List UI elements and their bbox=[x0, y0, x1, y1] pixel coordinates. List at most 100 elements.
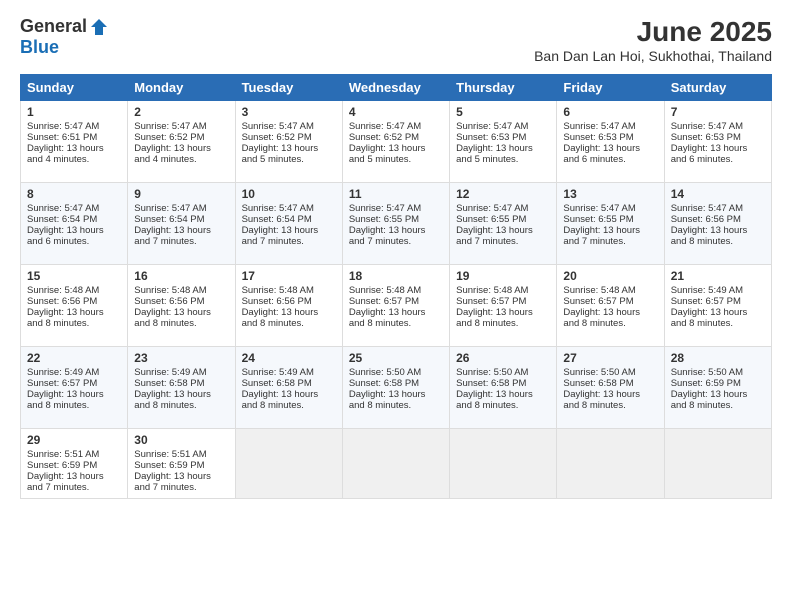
table-row: 25 Sunrise: 5:50 AM Sunset: 6:58 PM Dayl… bbox=[342, 347, 449, 429]
logo-blue: Blue bbox=[20, 37, 59, 58]
header-monday: Monday bbox=[128, 75, 235, 101]
day-number: 11 bbox=[349, 187, 443, 201]
sunrise-label: Sunrise: 5:48 AM bbox=[456, 285, 528, 296]
sunrise-label: Sunrise: 5:47 AM bbox=[563, 203, 635, 214]
table-row: 29 Sunrise: 5:51 AM Sunset: 6:59 PM Dayl… bbox=[21, 429, 128, 499]
sunrise-label: Sunrise: 5:48 AM bbox=[242, 285, 314, 296]
sunrise-label: Sunrise: 5:47 AM bbox=[242, 203, 314, 214]
table-row: 20 Sunrise: 5:48 AM Sunset: 6:57 PM Dayl… bbox=[557, 265, 664, 347]
daylight-label: Daylight: 13 hours and 8 minutes. bbox=[456, 389, 533, 411]
table-row bbox=[664, 429, 771, 499]
sunset-label: Sunset: 6:56 PM bbox=[242, 296, 312, 307]
sunrise-label: Sunrise: 5:47 AM bbox=[134, 121, 206, 132]
sunset-label: Sunset: 6:59 PM bbox=[27, 460, 97, 471]
sunrise-label: Sunrise: 5:47 AM bbox=[27, 203, 99, 214]
daylight-label: Daylight: 13 hours and 8 minutes. bbox=[563, 307, 640, 329]
sunset-label: Sunset: 6:52 PM bbox=[349, 132, 419, 143]
table-row: 27 Sunrise: 5:50 AM Sunset: 6:58 PM Dayl… bbox=[557, 347, 664, 429]
day-number: 15 bbox=[27, 269, 121, 283]
sunrise-label: Sunrise: 5:47 AM bbox=[349, 121, 421, 132]
sunrise-label: Sunrise: 5:48 AM bbox=[349, 285, 421, 296]
day-number: 7 bbox=[671, 105, 765, 119]
day-number: 17 bbox=[242, 269, 336, 283]
header-saturday: Saturday bbox=[664, 75, 771, 101]
daylight-label: Daylight: 13 hours and 8 minutes. bbox=[27, 307, 104, 329]
sunrise-label: Sunrise: 5:49 AM bbox=[27, 367, 99, 378]
sunrise-label: Sunrise: 5:48 AM bbox=[27, 285, 99, 296]
daylight-label: Daylight: 13 hours and 7 minutes. bbox=[27, 471, 104, 493]
table-row: 19 Sunrise: 5:48 AM Sunset: 6:57 PM Dayl… bbox=[450, 265, 557, 347]
sunset-label: Sunset: 6:57 PM bbox=[563, 296, 633, 307]
location-title: Ban Dan Lan Hoi, Sukhothai, Thailand bbox=[534, 48, 772, 64]
logo: General Blue bbox=[20, 16, 109, 58]
table-row: 13 Sunrise: 5:47 AM Sunset: 6:55 PM Dayl… bbox=[557, 183, 664, 265]
sunset-label: Sunset: 6:58 PM bbox=[134, 378, 204, 389]
sunset-label: Sunset: 6:58 PM bbox=[456, 378, 526, 389]
daylight-label: Daylight: 13 hours and 6 minutes. bbox=[671, 143, 748, 165]
sunset-label: Sunset: 6:59 PM bbox=[671, 378, 741, 389]
logo-icon bbox=[89, 17, 109, 37]
day-number: 8 bbox=[27, 187, 121, 201]
table-row: 23 Sunrise: 5:49 AM Sunset: 6:58 PM Dayl… bbox=[128, 347, 235, 429]
sunset-label: Sunset: 6:54 PM bbox=[242, 214, 312, 225]
sunrise-label: Sunrise: 5:47 AM bbox=[27, 121, 99, 132]
day-number: 10 bbox=[242, 187, 336, 201]
table-row: 5 Sunrise: 5:47 AM Sunset: 6:53 PM Dayli… bbox=[450, 101, 557, 183]
sunset-label: Sunset: 6:56 PM bbox=[27, 296, 97, 307]
day-number: 14 bbox=[671, 187, 765, 201]
daylight-label: Daylight: 13 hours and 8 minutes. bbox=[671, 225, 748, 247]
table-row: 10 Sunrise: 5:47 AM Sunset: 6:54 PM Dayl… bbox=[235, 183, 342, 265]
sunset-label: Sunset: 6:56 PM bbox=[671, 214, 741, 225]
sunrise-label: Sunrise: 5:47 AM bbox=[242, 121, 314, 132]
day-number: 16 bbox=[134, 269, 228, 283]
sunset-label: Sunset: 6:55 PM bbox=[456, 214, 526, 225]
sunrise-label: Sunrise: 5:49 AM bbox=[242, 367, 314, 378]
header-wednesday: Wednesday bbox=[342, 75, 449, 101]
table-row: 16 Sunrise: 5:48 AM Sunset: 6:56 PM Dayl… bbox=[128, 265, 235, 347]
table-row: 15 Sunrise: 5:48 AM Sunset: 6:56 PM Dayl… bbox=[21, 265, 128, 347]
table-row: 3 Sunrise: 5:47 AM Sunset: 6:52 PM Dayli… bbox=[235, 101, 342, 183]
daylight-label: Daylight: 13 hours and 5 minutes. bbox=[456, 143, 533, 165]
daylight-label: Daylight: 13 hours and 8 minutes. bbox=[27, 389, 104, 411]
sunset-label: Sunset: 6:54 PM bbox=[134, 214, 204, 225]
sunset-label: Sunset: 6:55 PM bbox=[563, 214, 633, 225]
sunrise-label: Sunrise: 5:49 AM bbox=[671, 285, 743, 296]
table-row: 22 Sunrise: 5:49 AM Sunset: 6:57 PM Dayl… bbox=[21, 347, 128, 429]
sunset-label: Sunset: 6:52 PM bbox=[134, 132, 204, 143]
day-number: 4 bbox=[349, 105, 443, 119]
table-row: 11 Sunrise: 5:47 AM Sunset: 6:55 PM Dayl… bbox=[342, 183, 449, 265]
table-row bbox=[235, 429, 342, 499]
table-row: 26 Sunrise: 5:50 AM Sunset: 6:58 PM Dayl… bbox=[450, 347, 557, 429]
sunrise-label: Sunrise: 5:50 AM bbox=[349, 367, 421, 378]
sunrise-label: Sunrise: 5:48 AM bbox=[563, 285, 635, 296]
sunset-label: Sunset: 6:53 PM bbox=[671, 132, 741, 143]
sunrise-label: Sunrise: 5:50 AM bbox=[456, 367, 528, 378]
day-number: 28 bbox=[671, 351, 765, 365]
daylight-label: Daylight: 13 hours and 6 minutes. bbox=[27, 225, 104, 247]
daylight-label: Daylight: 13 hours and 5 minutes. bbox=[242, 143, 319, 165]
sunset-label: Sunset: 6:59 PM bbox=[134, 460, 204, 471]
daylight-label: Daylight: 13 hours and 8 minutes. bbox=[563, 389, 640, 411]
table-row bbox=[450, 429, 557, 499]
sunrise-label: Sunrise: 5:47 AM bbox=[671, 121, 743, 132]
sunrise-label: Sunrise: 5:47 AM bbox=[134, 203, 206, 214]
day-number: 2 bbox=[134, 105, 228, 119]
daylight-label: Daylight: 13 hours and 8 minutes. bbox=[349, 389, 426, 411]
daylight-label: Daylight: 13 hours and 7 minutes. bbox=[242, 225, 319, 247]
daylight-label: Daylight: 13 hours and 7 minutes. bbox=[349, 225, 426, 247]
sunset-label: Sunset: 6:58 PM bbox=[349, 378, 419, 389]
header-thursday: Thursday bbox=[450, 75, 557, 101]
sunset-label: Sunset: 6:57 PM bbox=[349, 296, 419, 307]
calendar-table: Sunday Monday Tuesday Wednesday Thursday… bbox=[20, 74, 772, 499]
daylight-label: Daylight: 13 hours and 8 minutes. bbox=[671, 389, 748, 411]
header-tuesday: Tuesday bbox=[235, 75, 342, 101]
calendar-page: General Blue June 2025 Ban Dan Lan Hoi, … bbox=[0, 0, 792, 612]
day-number: 1 bbox=[27, 105, 121, 119]
daylight-label: Daylight: 13 hours and 8 minutes. bbox=[671, 307, 748, 329]
sunset-label: Sunset: 6:56 PM bbox=[134, 296, 204, 307]
table-row: 24 Sunrise: 5:49 AM Sunset: 6:58 PM Dayl… bbox=[235, 347, 342, 429]
daylight-label: Daylight: 13 hours and 8 minutes. bbox=[242, 307, 319, 329]
table-row: 6 Sunrise: 5:47 AM Sunset: 6:53 PM Dayli… bbox=[557, 101, 664, 183]
header-sunday: Sunday bbox=[21, 75, 128, 101]
daylight-label: Daylight: 13 hours and 6 minutes. bbox=[563, 143, 640, 165]
